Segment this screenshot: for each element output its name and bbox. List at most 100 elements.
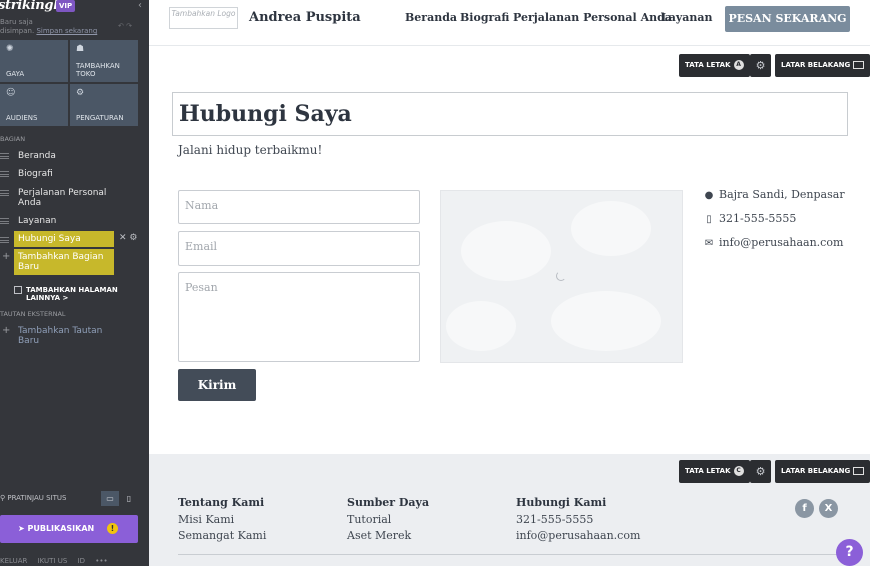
email-field[interactable]: Email — [178, 231, 420, 266]
map-embed[interactable] — [440, 190, 683, 363]
add-more-pages-label: TAMBAHKAN HALAMAN LAINNYA > — [26, 286, 118, 302]
tile-style-label: GAYA — [6, 70, 25, 78]
save-status: Baru saja disimpan. Simpan sekarang — [0, 18, 97, 36]
section-title-box[interactable]: Hubungi Saya — [172, 92, 848, 136]
footer-heading-resources[interactable]: Sumber Daya — [347, 496, 429, 509]
exit-link[interactable]: KELUAR — [0, 557, 27, 565]
language-link[interactable]: ID — [78, 557, 85, 565]
footer-link[interactable]: Aset Merek — [347, 529, 411, 542]
add-external-link[interactable]: Tambahkan Tautan Baru — [18, 326, 108, 346]
x-icon[interactable]: X — [819, 499, 838, 518]
drag-handle-icon[interactable] — [0, 190, 9, 196]
publish-button[interactable]: ➤ PUBLIKASIKAN ! — [0, 515, 138, 543]
map-texture — [571, 201, 651, 256]
sections-heading: BAGIAN — [0, 135, 26, 143]
tile-audience[interactable]: ☺ AUDIENS — [0, 84, 68, 126]
tile-settings[interactable]: ⚙ PENGATURAN — [70, 84, 138, 126]
map-texture — [551, 291, 661, 351]
collapse-sidebar-icon[interactable]: ‹ — [138, 0, 142, 11]
sidebar-item-label: Perjalanan Personal Anda — [18, 188, 107, 208]
submit-button[interactable]: Kirim — [178, 369, 256, 401]
footer-link[interactable]: Tutorial — [347, 513, 391, 526]
footer-heading-about[interactable]: Tentang Kami — [178, 496, 264, 509]
loading-spinner-icon — [556, 271, 566, 281]
plus-icon: + — [2, 251, 11, 262]
footer-divider — [178, 554, 850, 555]
save-status-line: Baru saja — [0, 18, 33, 26]
site-name[interactable]: Andrea Puspita — [249, 10, 361, 25]
plus-icon: + — [2, 325, 11, 336]
section-settings-gear-icon[interactable]: ⚙ — [750, 54, 771, 77]
rocket-icon: ➤ — [18, 524, 25, 533]
message-field[interactable]: Pesan — [178, 272, 420, 362]
add-logo-placeholder[interactable]: Tambahkan Logo — [169, 7, 238, 29]
address-text: Bajra Sandi, Denpasar — [719, 188, 845, 201]
background-button[interactable]: LATAR BELAKANG — [775, 54, 870, 77]
book-now-button[interactable]: PESAN SEKARANG — [725, 6, 850, 32]
background-label: LATAR BELAKANG — [781, 61, 851, 69]
layout-button[interactable]: TATA LETAK A — [679, 54, 750, 77]
image-icon — [853, 467, 865, 475]
drag-handle-icon[interactable] — [0, 171, 9, 177]
image-icon — [853, 61, 865, 69]
envelope-icon: ✉ — [704, 238, 714, 249]
footer-link[interactable]: 321-555-5555 — [516, 513, 593, 526]
tile-settings-label: PENGATURAN — [76, 114, 124, 122]
close-icon[interactable]: ✕ — [119, 233, 127, 243]
background-label: LATAR BELAKANG — [781, 467, 851, 475]
map-texture — [461, 221, 551, 281]
sidebar-footer: KELUAR IKUTI US ID ••• — [0, 557, 149, 565]
help-button[interactable]: ? — [836, 539, 863, 566]
store-icon: ☗ — [76, 44, 85, 54]
drag-handle-icon[interactable] — [0, 153, 9, 159]
sidebar-item-label: Beranda — [18, 151, 56, 161]
preview-label: PRATINJAU SITUS — [7, 494, 67, 502]
nav-item-beranda[interactable]: Beranda — [405, 11, 457, 24]
save-status-prefix: disimpan. — [0, 27, 35, 35]
drag-handle-icon[interactable] — [0, 237, 9, 243]
undo-redo-icons[interactable]: ↶ ↷ — [118, 22, 132, 30]
nav-item-perjalanan[interactable]: Perjalanan Personal Anda — [513, 11, 672, 24]
section-subtitle[interactable]: Jalani hidup terbaikmu! — [178, 143, 322, 157]
page-title[interactable]: Hubungi Saya — [179, 101, 352, 127]
tile-style[interactable]: ✺ GAYA — [0, 40, 68, 82]
nav-item-biografi[interactable]: Biografi — [460, 11, 509, 24]
footer-link[interactable]: info@perusahaan.com — [516, 529, 640, 542]
drag-handle-icon[interactable] — [0, 218, 9, 224]
footer-layout-button[interactable]: TATA LETAK C — [679, 460, 750, 483]
publish-label: PUBLIKASIKAN — [27, 524, 95, 533]
map-texture — [446, 301, 516, 351]
footer-heading-contact[interactable]: Hubungi Kami — [516, 496, 606, 509]
more-menu-icon[interactable]: ••• — [95, 557, 107, 565]
warning-icon: ! — [107, 523, 118, 534]
desktop-view-icon[interactable]: ▭ — [101, 491, 119, 506]
facebook-icon[interactable]: f — [795, 499, 814, 518]
add-section-button[interactable]: Tambahkan Bagian Baru — [14, 249, 114, 275]
gear-icon: ⚙ — [76, 88, 85, 98]
phone-text: 321-555-5555 — [719, 212, 797, 225]
editor-sidebar: strikingly VIP ‹ Baru saja disimpan. Sim… — [0, 0, 149, 566]
preview-site[interactable]: ⚲ PRATINJAU SITUS — [0, 494, 66, 502]
name-field[interactable]: Nama — [178, 190, 420, 224]
section-tools: ✕ ⚙ — [119, 233, 138, 243]
site-footer: TATA LETAK C ⚙ LATAR BELAKANG Tentang Kam… — [149, 454, 870, 566]
gear-icon[interactable]: ⚙ — [129, 233, 137, 243]
add-more-pages-link[interactable]: TAMBAHKAN HALAMAN LAINNYA > — [14, 286, 126, 302]
mobile-view-icon[interactable]: ▯ — [120, 491, 138, 506]
layout-label: TATA LETAK — [685, 61, 731, 69]
footer-link[interactable]: Semangat Kami — [178, 529, 266, 542]
footer-settings-gear-icon[interactable]: ⚙ — [750, 460, 771, 483]
sidebar-item-label: Biografi — [18, 169, 53, 179]
tile-audience-label: AUDIENS — [6, 114, 38, 122]
footer-background-button[interactable]: LATAR BELAKANG — [775, 460, 870, 483]
nav-item-layanan[interactable]: Layanan — [661, 11, 713, 24]
follow-link[interactable]: IKUTI US — [38, 557, 68, 565]
tile-add-store[interactable]: ☗ TAMBAHKAN TOKO — [70, 40, 138, 82]
people-icon: ☺ — [6, 88, 16, 98]
sidebar-item-hubungi-saya[interactable]: Hubungi Saya — [14, 231, 114, 247]
save-now-link[interactable]: Simpan sekarang — [36, 27, 97, 35]
page-icon — [14, 286, 22, 294]
sidebar-tiles: ✺ GAYA ☗ TAMBAHKAN TOKO ☺ AUDIENS ⚙ PENG… — [0, 40, 138, 126]
palette-icon: ✺ — [6, 44, 14, 54]
footer-link[interactable]: Misi Kami — [178, 513, 234, 526]
